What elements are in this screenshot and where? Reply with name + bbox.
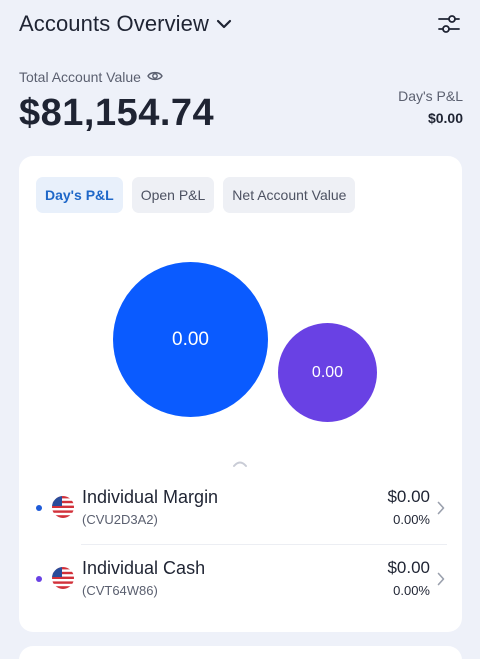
tab-days-pnl[interactable]: Day's P&L [36,177,123,213]
bubble-individual-margin[interactable]: 0.00 [113,262,268,417]
header-bar: Accounts Overview [0,0,480,48]
account-row-individual-margin[interactable]: Individual Margin (CVU2D3A2) $0.00 0.00% [19,474,462,544]
total-value: $81,154.74 [19,92,215,134]
tab-open-pnl[interactable]: Open P&L [131,177,215,213]
account-color-dot [36,576,42,582]
us-flag-icon [52,496,74,518]
account-value: $0.00 [387,487,430,506]
account-name: Individual Cash [82,558,206,578]
total-value-label: Total Account Value [19,69,141,85]
tab-net-account-value[interactable]: Net Account Value [223,177,356,213]
days-pnl-label: Day's P&L [398,88,463,104]
total-value-label-wrap: Total Account Value [19,69,163,85]
us-flag-icon [52,567,74,589]
eye-icon[interactable] [147,69,163,85]
chevron-up-icon[interactable] [231,458,249,468]
account-row-individual-cash[interactable]: Individual Cash (CVT64W86) $0.00 0.00% [19,545,462,615]
tab-bar: Day's P&L Open P&L Net Account Value [36,177,356,213]
account-id: (CVT64W86) [82,583,158,598]
days-pnl-value: $0.00 [427,110,463,126]
account-name: Individual Margin [82,487,219,507]
sliders-icon[interactable] [437,12,461,36]
account-percent: 0.00% [393,512,430,527]
page-title: Accounts Overview [19,11,209,36]
chevron-right-icon [437,572,445,586]
chevron-right-icon [437,501,445,515]
account-id: (CVU2D3A2) [82,512,158,527]
next-card-edge [19,646,462,659]
bubble-individual-cash[interactable]: 0.00 [278,323,377,422]
chevron-down-icon [215,15,233,33]
accounts-card: Day's P&L Open P&L Net Account Value 0.0… [19,156,462,632]
account-summary: Total Account Value $81,154.74 Day's P&L… [19,66,463,136]
account-selector[interactable]: Accounts Overview [19,11,233,37]
account-value: $0.00 [387,558,430,577]
account-percent: 0.00% [393,583,430,598]
account-color-dot [36,505,42,511]
